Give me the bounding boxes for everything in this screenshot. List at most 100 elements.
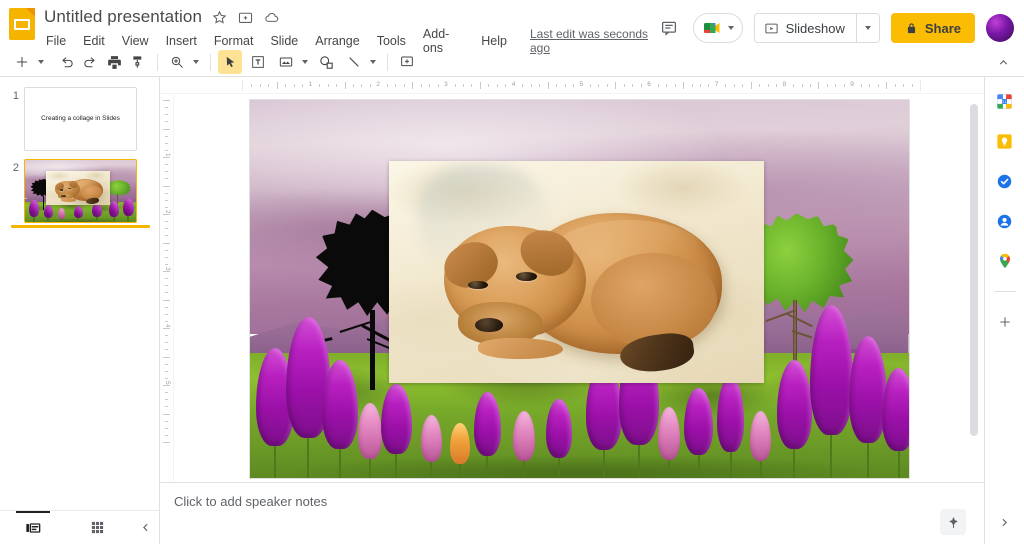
collapse-filmstrip-button[interactable] [130,521,159,534]
slides-logo-button[interactable] [0,0,44,40]
text-box-button[interactable] [246,50,270,74]
ruler-tick [911,84,913,87]
menu-insert[interactable]: Insert [164,33,199,49]
ruler-tick [165,256,168,258]
filmstrip-slide-2[interactable]: 2 [0,157,159,229]
zoom-options-button[interactable] [189,50,203,74]
chevron-left-icon [142,523,148,532]
ruler-tick [165,370,168,372]
ruler-tick [165,399,168,401]
filmstrip-view-button[interactable] [0,511,65,544]
ruler-tick [165,349,168,351]
cloud-saved-icon[interactable] [263,9,280,26]
slide-thumbnail[interactable]: Creating a collage in Slides [24,87,137,151]
ruler-tick [336,84,338,87]
ruler-tick [759,84,761,87]
ruler-tick [165,320,168,322]
ruler-tick [165,114,168,116]
speaker-notes-panel[interactable]: Click to add speaker notes [160,482,984,544]
ruler-tick [412,82,414,89]
new-slide-button[interactable] [10,50,34,74]
ruler-tick [165,135,168,137]
new-slide-options-button[interactable] [34,50,48,74]
add-comment-button[interactable] [395,50,419,74]
undo-icon [61,56,73,67]
shape-button[interactable] [314,50,338,74]
ruler-tick [843,84,845,87]
google-keep-button[interactable] [993,129,1017,153]
ruler-tick [767,84,769,87]
menu-arrange[interactable]: Arrange [313,33,361,49]
collapse-toolbar-button[interactable] [992,51,1014,73]
horizontal-ruler[interactable]: 1 2 3 4 5 6 7 8 9 [160,77,984,94]
menu-edit[interactable]: Edit [81,33,107,49]
ruler-tick [165,313,168,315]
add-addon-button[interactable] [993,310,1017,334]
menu-view[interactable]: View [120,33,151,49]
ruler-tick [733,84,735,87]
ruler-tick [776,84,778,87]
comment-history-button[interactable] [656,15,682,41]
slideshow-options-button[interactable] [855,14,879,42]
toolbar-divider [210,53,211,71]
google-contacts-button[interactable] [993,209,1017,233]
ruler-tick [429,84,431,87]
account-avatar[interactable] [986,14,1014,42]
insert-image-button[interactable] [274,50,298,74]
select-tool-button[interactable] [218,50,242,74]
ruler-tick [860,84,862,87]
ruler-tick [818,82,820,89]
undo-button[interactable] [54,50,78,74]
lupine-flower [420,415,442,478]
ruler-tick [809,84,811,87]
document-title[interactable]: Untitled presentation [44,7,202,27]
vertical-ruler[interactable]: 1 2 3 4 5 [160,94,174,482]
slide-stage[interactable] [174,94,984,482]
explore-button[interactable] [940,509,966,535]
slide-canvas[interactable] [249,100,909,478]
expand-rail-button[interactable] [993,510,1017,534]
google-calendar-button[interactable]: 31 [993,89,1017,113]
google-meet-button[interactable] [692,13,743,43]
menu-format[interactable]: Format [212,33,256,49]
menu-slide[interactable]: Slide [268,33,300,49]
ruler-tick [894,84,896,87]
menu-tools[interactable]: Tools [375,33,408,49]
paint-format-button[interactable] [126,50,150,74]
star-icon[interactable] [211,9,228,26]
image-icon [279,57,293,67]
move-to-folder-icon[interactable] [237,9,254,26]
canvas-vertical-scrollbar[interactable] [970,104,978,436]
share-button[interactable]: Share [890,13,975,43]
redo-button[interactable] [78,50,102,74]
side-panel-rail: 31 [984,77,1024,544]
zoom-button[interactable] [165,50,189,74]
thumb-flower [73,205,83,222]
ruler-tick [165,363,168,365]
ruler-tick [369,84,371,87]
line-button[interactable] [342,50,366,74]
slideshow-button[interactable]: Slideshow [755,14,856,42]
menu-file[interactable]: File [44,33,68,49]
ruler-label: 2 [164,209,171,214]
print-button[interactable] [102,50,126,74]
image-options-button[interactable] [298,50,312,74]
ruler-tick [165,142,168,144]
ruler-tick [589,84,591,87]
ruler-tick [165,292,168,294]
chevron-down-icon [38,60,44,64]
filmstrip-slide-1[interactable]: 1 Creating a collage in Slides [0,85,159,157]
google-tasks-button[interactable] [993,169,1017,193]
line-options-button[interactable] [366,50,380,74]
ruler-tick [683,82,685,89]
chevron-down-icon [864,26,871,30]
ruler-tick [165,206,168,208]
google-maps-button[interactable] [993,249,1017,273]
grid-view-icon [91,521,104,534]
menu-help[interactable]: Help [479,33,509,49]
slide-thumbnail[interactable] [24,159,137,223]
grid-view-button[interactable] [65,511,130,544]
puppy-photo-image[interactable] [389,161,764,384]
google-tasks-icon [997,174,1012,188]
ruler-tick [165,392,168,394]
